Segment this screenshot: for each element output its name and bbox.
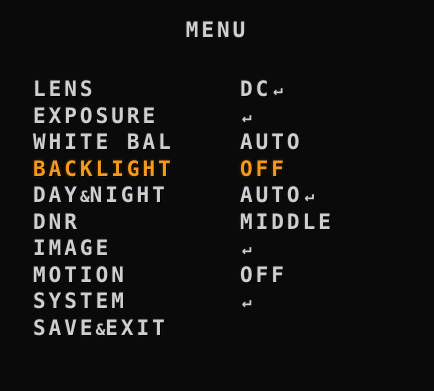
menu-item-label: DNR (33, 209, 80, 234)
menu-item-value: OFF (240, 262, 287, 287)
menu-item-label: MOTION (33, 262, 127, 287)
menu-item-backlight[interactable]: BACKLIGHT OFF (33, 156, 413, 183)
menu-item-system[interactable]: SYSTEM ↵ (33, 288, 413, 315)
enter-icon: ↵ (242, 292, 252, 312)
osd-screen: MENU LENS DC ↵ EXPOSURE ↵ WHITE BAL AUTO … (0, 0, 434, 391)
enter-icon: ↵ (242, 106, 252, 126)
menu-item-lens[interactable]: LENS DC ↵ (33, 76, 413, 103)
menu-item-value: AUTO ↵ (240, 183, 315, 208)
menu-item-value: ↵ (240, 236, 252, 260)
menu-item-dnr[interactable]: DNR MIDDLE (33, 209, 413, 236)
menu-item-label: SYSTEM (33, 289, 127, 314)
enter-icon: ↵ (304, 186, 315, 206)
menu-item-value: MIDDLE (240, 209, 334, 234)
menu-item-white-bal[interactable]: WHITE BAL AUTO (33, 129, 413, 156)
menu-item-motion[interactable]: MOTION OFF (33, 262, 413, 289)
menu-item-save-exit[interactable]: SAVE&EXIT (33, 315, 413, 342)
menu-item-value: ↵ (240, 289, 252, 313)
menu-title: MENU (185, 18, 249, 42)
menu-item-day-night[interactable]: DAY&NIGHT AUTO ↵ (33, 182, 413, 209)
menu-item-label: IMAGE (33, 236, 112, 261)
menu-item-label: BACKLIGHT (33, 156, 174, 181)
menu-item-value: DC ↵ (240, 77, 283, 102)
menu-item-label: WHITE BAL (33, 130, 174, 155)
menu-item-label: EXPOSURE (33, 103, 159, 128)
enter-icon: ↵ (242, 239, 252, 259)
enter-icon: ↵ (273, 80, 283, 100)
menu-item-exposure[interactable]: EXPOSURE ↵ (33, 103, 413, 130)
menu-item-label: DAY&NIGHT (33, 183, 168, 208)
menu-item-label: LENS (33, 77, 96, 102)
menu-list: LENS DC ↵ EXPOSURE ↵ WHITE BAL AUTO BACKL… (33, 76, 413, 341)
menu-item-value: ↵ (240, 104, 252, 128)
menu-item-label: SAVE&EXIT (33, 315, 168, 340)
menu-item-value: OFF (240, 156, 287, 181)
menu-item-image[interactable]: IMAGE ↵ (33, 235, 413, 262)
menu-item-value: AUTO (240, 130, 303, 155)
